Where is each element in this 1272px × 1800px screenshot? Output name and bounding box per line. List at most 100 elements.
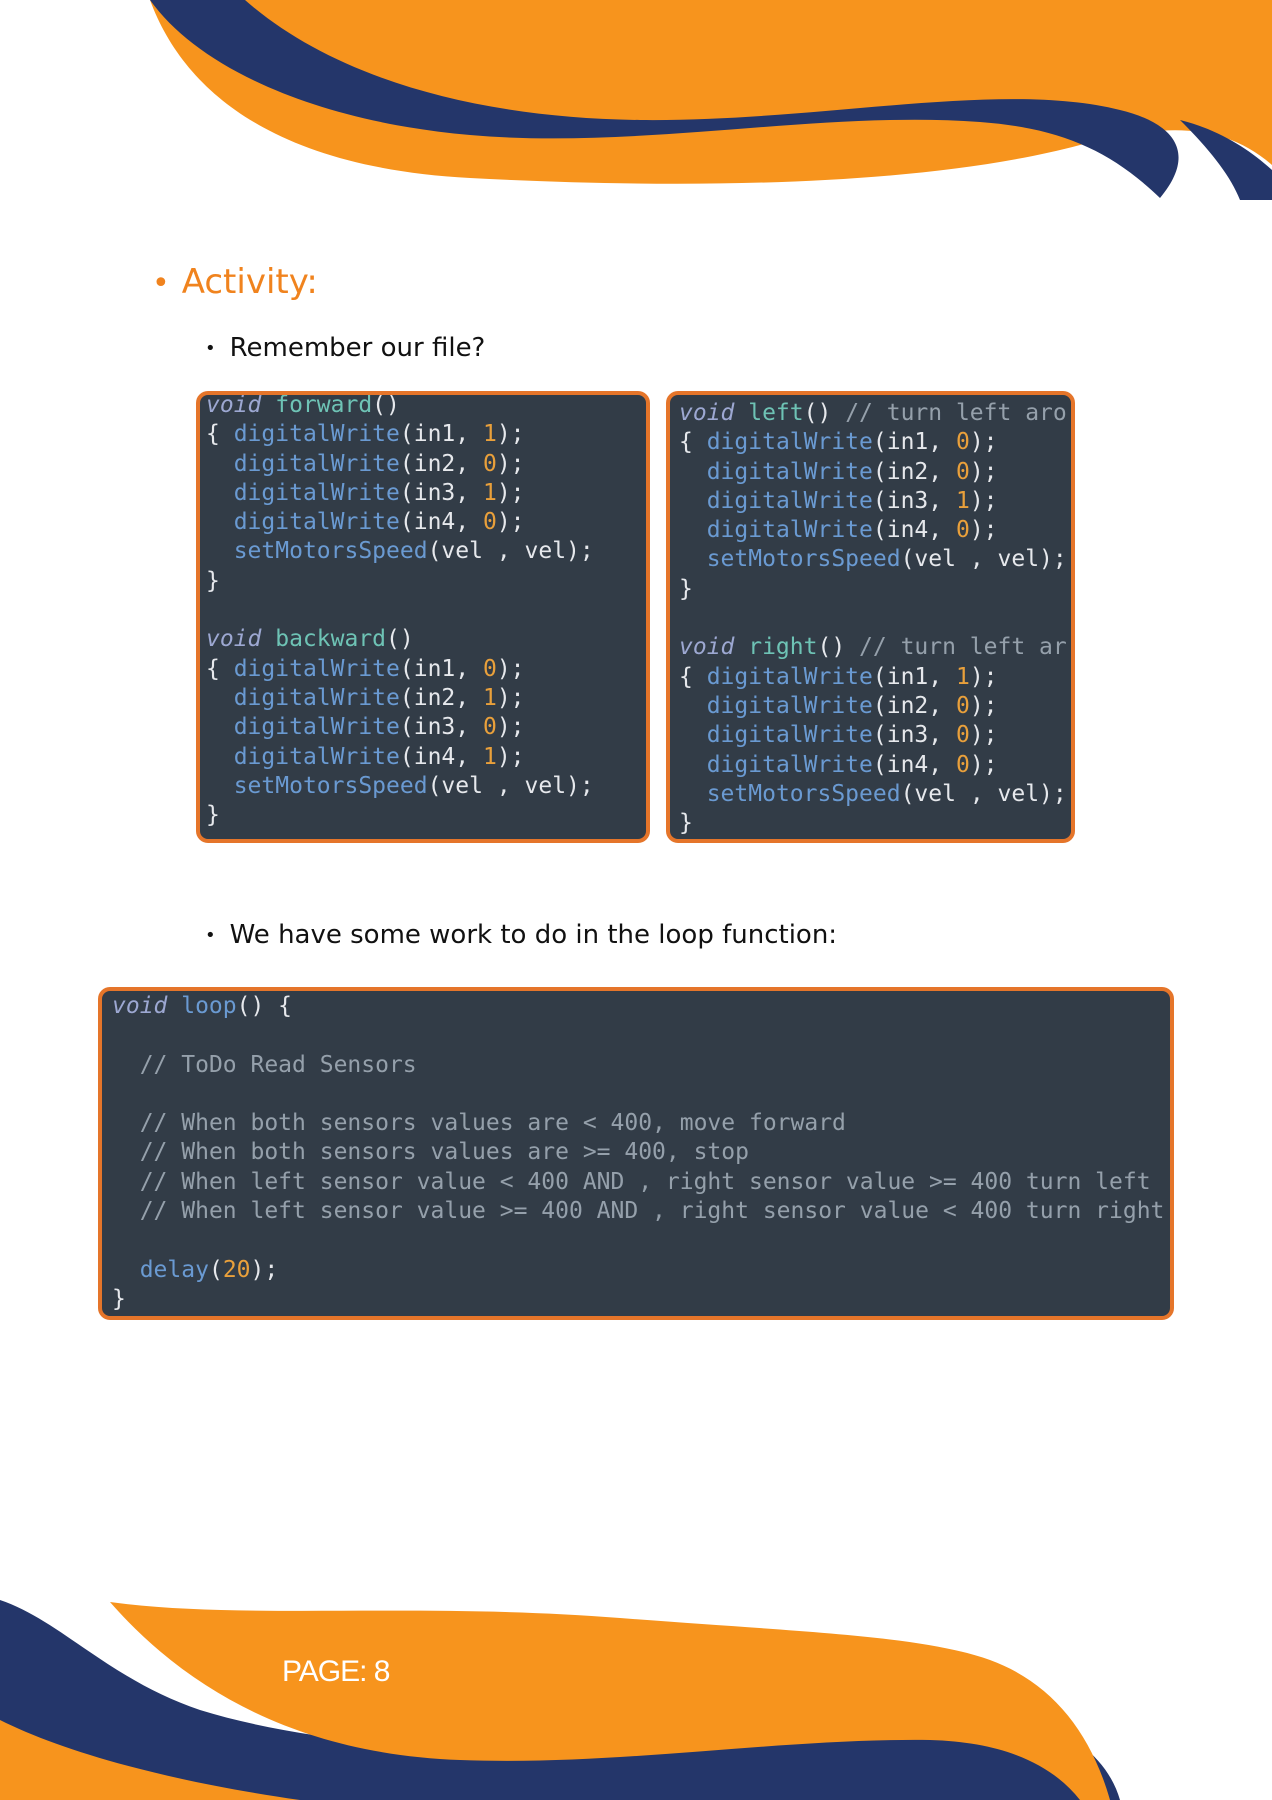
code-line: digitalWrite(in2, 0);: [679, 458, 1071, 487]
code-token: );: [496, 479, 525, 506]
code-token: 0: [482, 655, 497, 682]
code-token: digitalWrite: [233, 714, 400, 741]
code-token: (in1,: [399, 421, 483, 448]
code-token: digitalWrite: [706, 663, 873, 690]
code-token: );: [969, 458, 998, 485]
code-token: right: [734, 634, 818, 661]
code-token: void: [206, 626, 262, 653]
code-token: );: [496, 743, 525, 770]
code-token: (): [372, 392, 400, 418]
code-token: );: [969, 722, 998, 749]
code-token: (): [803, 400, 846, 426]
code-token: (in2,: [399, 450, 483, 477]
code-line: void backward(): [206, 625, 646, 654]
code-text: void left() // turn left aro{ digitalWri…: [679, 399, 1071, 838]
code-line: // When both sensors values are < 400, m…: [112, 1109, 1170, 1138]
code-line: }: [679, 809, 1071, 838]
code-token: 0: [955, 722, 970, 749]
code-token: 0: [482, 450, 497, 477]
code-token: // When both sensors values are < 400, m…: [139, 1110, 846, 1137]
code-snippet-forward-backward: void forward(){ digitalWrite(in1, 1); di…: [196, 391, 650, 843]
code-line: }: [679, 575, 1071, 604]
code-token: (: [208, 1256, 223, 1283]
code-token: void: [679, 400, 735, 426]
code-token: {: [679, 663, 707, 690]
bullet-text: We have some work to do in the loop func…: [229, 920, 838, 950]
code-token: {: [679, 429, 707, 456]
code-token: backward: [261, 626, 387, 653]
code-token: digitalWrite: [233, 509, 400, 536]
code-line: void right() // turn left ar: [679, 633, 1071, 662]
code-token: 1: [955, 487, 970, 514]
code-token: 0: [955, 751, 970, 778]
code-line: digitalWrite(in4, 1);: [206, 743, 646, 772]
code-token: // turn left aro: [845, 400, 1067, 426]
code-token: (): [386, 626, 414, 653]
code-token: digitalWrite: [706, 517, 873, 544]
code-line: // When left sensor value >= 400 AND , r…: [112, 1197, 1170, 1226]
code-token: setMotorsSpeed: [706, 546, 901, 573]
code-token: }: [206, 802, 220, 829]
code-token: (in1,: [399, 655, 483, 682]
code-line: digitalWrite(in2, 0);: [679, 692, 1071, 721]
code-token: forward: [261, 392, 373, 418]
code-token: 0: [955, 517, 970, 544]
code-token: (vel , vel);: [427, 772, 594, 799]
code-token: digitalWrite: [233, 450, 400, 477]
code-token: );: [969, 663, 998, 690]
code-token: digitalWrite: [706, 487, 873, 514]
code-token: (in4,: [872, 751, 956, 778]
code-line: void forward(): [206, 392, 646, 420]
code-snippet-left-right: void left() // turn left aro{ digitalWri…: [666, 391, 1075, 843]
code-token: 1: [955, 663, 970, 690]
code-line: { digitalWrite(in1, 0);: [206, 655, 646, 684]
code-token: (in2,: [872, 458, 956, 485]
code-line: setMotorsSpeed(vel , vel);: [679, 545, 1071, 574]
code-token: 0: [482, 509, 497, 536]
bullet-dot: •: [205, 925, 216, 946]
code-token: 20: [222, 1256, 251, 1283]
code-token: }: [679, 810, 693, 837]
code-token: }: [112, 1285, 126, 1312]
bullet-dot: •: [205, 338, 216, 359]
heading-bullet: •: [152, 266, 170, 301]
top-wave-decoration: [150, 0, 1272, 200]
code-line: digitalWrite(in3, 1);: [206, 479, 646, 508]
code-line: setMotorsSpeed(vel , vel);: [206, 772, 646, 801]
code-token: digitalWrite: [233, 684, 400, 711]
code-token: );: [969, 692, 998, 719]
code-token: (in3,: [872, 487, 956, 514]
code-token: (): [817, 634, 860, 661]
code-token: digitalWrite: [706, 458, 873, 485]
code-token: );: [969, 751, 998, 778]
code-token: digitalWrite: [706, 429, 873, 456]
code-token: );: [969, 517, 998, 544]
code-token: (vel , vel);: [427, 538, 594, 565]
code-token: // turn left ar: [859, 634, 1067, 661]
code-line: setMotorsSpeed(vel , vel);: [679, 780, 1071, 809]
code-token: }: [679, 575, 693, 602]
code-line: digitalWrite(in4, 0);: [679, 516, 1071, 545]
code-token: 1: [482, 684, 497, 711]
code-token: (in2,: [872, 692, 956, 719]
code-line: digitalWrite(in2, 0);: [206, 450, 646, 479]
code-token: digitalWrite: [233, 655, 400, 682]
code-token: 0: [955, 429, 970, 456]
